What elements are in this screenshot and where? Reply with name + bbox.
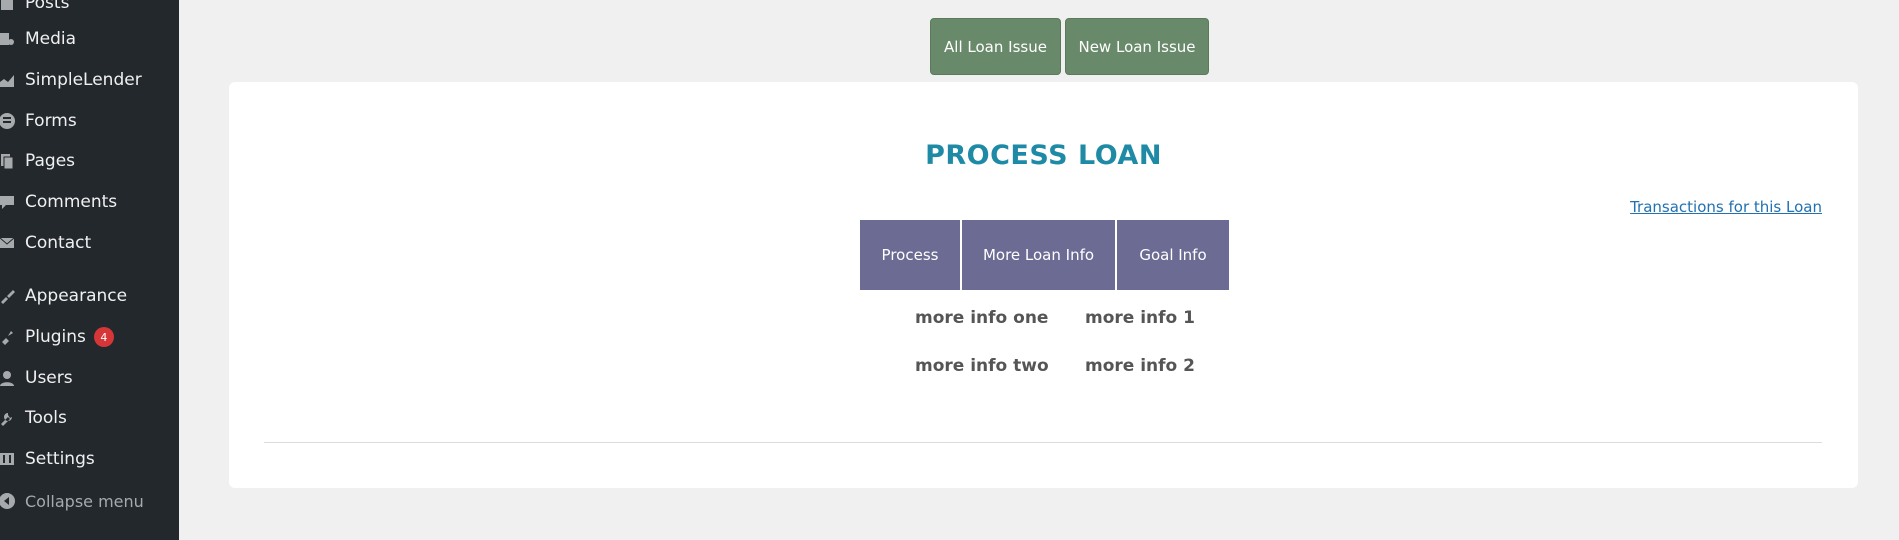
process-loan-card: PROCESS LOAN Transactions for this Loan … xyxy=(229,82,1858,488)
tab-process[interactable]: Process xyxy=(860,220,960,290)
wrench-icon xyxy=(0,407,18,429)
new-loan-issue-button[interactable]: New Loan Issue xyxy=(1065,18,1209,75)
admin-sidebar: Posts Media SimpleLender Forms Pages Com… xyxy=(0,0,179,540)
sidebar-item-label: Users xyxy=(25,368,73,388)
sidebar-item-label: SimpleLender xyxy=(25,70,142,90)
tab-more-loan-info[interactable]: More Loan Info xyxy=(962,220,1115,290)
sidebar-item-users[interactable]: Users xyxy=(0,363,179,393)
sidebar-item-media[interactable]: Media xyxy=(0,24,179,54)
sidebar-item-comments[interactable]: Comments xyxy=(0,187,179,217)
plugin-icon xyxy=(0,326,18,348)
sidebar-item-label: Settings xyxy=(25,449,95,469)
media-icon xyxy=(0,28,18,50)
sidebar-item-tools[interactable]: Tools xyxy=(0,403,179,433)
sidebar-item-plugins[interactable]: Plugins 4 xyxy=(0,322,179,352)
info-value-one: more info 1 xyxy=(1085,308,1195,328)
sidebar-item-label: Pages xyxy=(25,151,76,171)
sidebar-item-contact[interactable]: Contact xyxy=(0,228,179,258)
collapse-menu-button[interactable]: Collapse menu xyxy=(0,486,179,516)
info-label-two: more info two xyxy=(915,356,1049,376)
collapse-icon xyxy=(0,490,18,512)
info-value-two: more info 2 xyxy=(1085,356,1195,376)
pages-icon xyxy=(0,150,18,172)
info-label-one: more info one xyxy=(915,308,1049,328)
sidebar-item-label: Media xyxy=(25,29,77,49)
sidebar-item-label: Forms xyxy=(25,111,77,131)
chart-icon xyxy=(0,69,18,91)
sidebar-item-pages[interactable]: Pages xyxy=(0,146,179,176)
sidebar-item-posts[interactable]: Posts xyxy=(0,0,179,18)
sidebar-item-label: Tools xyxy=(25,408,67,428)
divider xyxy=(264,442,1822,443)
sidebar-item-label: Plugins xyxy=(25,327,86,347)
sidebar-item-label: Comments xyxy=(25,192,118,212)
all-loan-issue-button[interactable]: All Loan Issue xyxy=(930,18,1061,75)
sidebar-item-simplelender[interactable]: SimpleLender xyxy=(0,65,179,95)
collapse-menu-label: Collapse menu xyxy=(25,491,144,511)
transactions-link[interactable]: Transactions for this Loan xyxy=(1630,198,1822,216)
sidebar-item-label: Contact xyxy=(25,233,92,253)
user-icon xyxy=(0,367,18,389)
brush-icon xyxy=(0,285,18,307)
sidebar-item-forms[interactable]: Forms xyxy=(0,106,179,136)
sidebar-item-label: Posts xyxy=(25,0,70,13)
sidebar-item-label: Appearance xyxy=(25,286,128,306)
forms-icon xyxy=(0,110,18,132)
comments-icon xyxy=(0,191,18,213)
tab-goal-info[interactable]: Goal Info xyxy=(1117,220,1229,290)
page-title: PROCESS LOAN xyxy=(925,140,1162,171)
settings-icon xyxy=(0,448,18,470)
posts-icon xyxy=(0,0,18,14)
mail-icon xyxy=(0,232,18,254)
sidebar-item-appearance[interactable]: Appearance xyxy=(0,281,179,311)
update-count-badge: 4 xyxy=(93,327,114,347)
sidebar-item-settings[interactable]: Settings xyxy=(0,444,179,474)
